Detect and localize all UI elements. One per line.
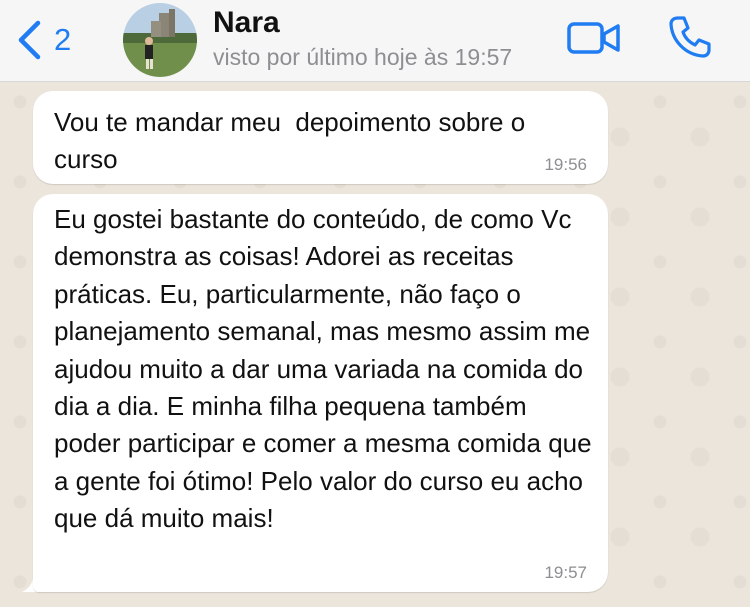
message-bubble[interactable]: Eu gostei bastante do conteúdo, de como … [33, 194, 608, 592]
contact-name[interactable]: Nara [213, 6, 280, 40]
message-timestamp: 19:56 [544, 155, 587, 174]
chat-header: 2 Nara visto por último hoje às 19:57 [0, 0, 750, 82]
unread-count: 2 [54, 22, 72, 57]
back-button[interactable]: 2 [14, 18, 71, 62]
last-seen-status: visto por último hoje às 19:57 [213, 44, 513, 70]
message-bubble[interactable]: Vou te mandar meu depoimento sobre o cur… [33, 91, 608, 184]
video-camera-icon [567, 22, 620, 54]
voice-call-button[interactable] [667, 14, 713, 60]
avatar[interactable] [123, 3, 197, 77]
video-call-button[interactable] [566, 20, 622, 56]
phone-icon [669, 16, 711, 58]
message-text: Vou te mandar meu depoimento sobre o cur… [54, 107, 533, 175]
message-timestamp: 19:57 [544, 563, 587, 582]
message-text: Eu gostei bastante do conteúdo, de como … [54, 204, 599, 534]
chevron-left-icon [18, 20, 41, 60]
